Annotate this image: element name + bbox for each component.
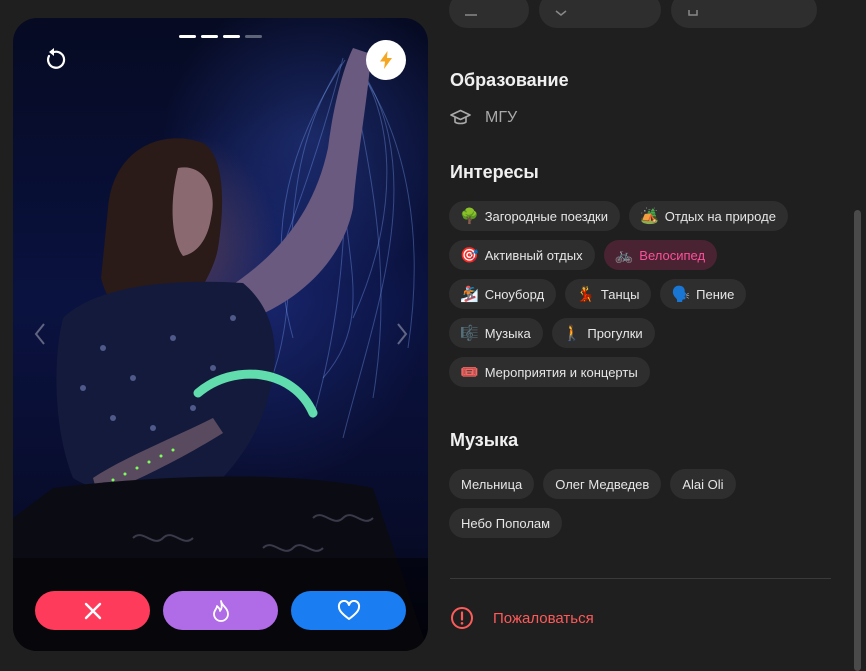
warning-circle-icon bbox=[451, 607, 473, 629]
previous-photo-arrow-icon[interactable] bbox=[33, 322, 47, 346]
music-list: Мельница Олег Медведев Alai Oli Небо Попола… bbox=[449, 469, 829, 538]
photo-progress-segment[interactable] bbox=[245, 35, 262, 38]
education-item: МГУ bbox=[450, 108, 517, 128]
interests-title: Интересы bbox=[450, 162, 539, 182]
interest-emoji-icon: 🚲 bbox=[614, 246, 634, 264]
dislike-button[interactable] bbox=[35, 591, 150, 630]
music-title: Музыка bbox=[450, 430, 519, 450]
flame-icon bbox=[212, 599, 229, 622]
profile-details-panel: Образование МГУ Интересы 🌳 Загородные пое… bbox=[449, 0, 835, 671]
education-title: Образование bbox=[450, 70, 569, 90]
interest-label: Мероприятия и концерты bbox=[484, 364, 638, 380]
interest-label: Танцы bbox=[600, 286, 640, 302]
profile-photo-card[interactable] bbox=[13, 18, 428, 651]
interest-label: Сноуборд bbox=[484, 286, 545, 302]
super-like-button[interactable] bbox=[163, 591, 278, 630]
interest-emoji-icon: 🗣️ bbox=[671, 285, 691, 303]
music-chip[interactable]: Мельница bbox=[449, 469, 535, 499]
photo-progress-segment[interactable] bbox=[201, 35, 218, 38]
interest-chip[interactable]: 🚶 Прогулки bbox=[551, 318, 655, 348]
interest-label: Отдых на природе bbox=[664, 208, 776, 224]
heart-icon bbox=[337, 599, 360, 620]
interest-label: Пение bbox=[696, 286, 735, 302]
music-chip[interactable]: Олег Медведев bbox=[543, 469, 662, 499]
interest-chip[interactable]: 🏕️ Отдых на природе bbox=[629, 201, 788, 231]
interest-label: Загородные поездки bbox=[484, 208, 609, 224]
photo-progress-segment[interactable] bbox=[179, 35, 196, 38]
interest-label: Велосипед bbox=[639, 247, 706, 263]
scrollbar-thumb[interactable] bbox=[854, 210, 861, 671]
interest-label: Музыка bbox=[484, 325, 531, 341]
info-chip bbox=[671, 0, 817, 28]
interest-chip[interactable]: 🎼 Музыка bbox=[449, 318, 543, 348]
close-icon bbox=[84, 602, 101, 619]
education-value: МГУ bbox=[485, 109, 518, 126]
like-button[interactable] bbox=[291, 591, 406, 630]
music-chip[interactable]: Небо Пополам bbox=[449, 508, 563, 538]
profile-photo bbox=[13, 48, 428, 651]
shield-icon bbox=[555, 10, 567, 16]
boost-button[interactable] bbox=[366, 40, 406, 80]
interests-list: 🌳 Загородные поездки 🏕️ Отдых на природе 🎯 Ак… bbox=[449, 201, 829, 387]
info-chip bbox=[539, 0, 661, 28]
interest-chip[interactable]: 🎟️ Мероприятия и концерты bbox=[449, 357, 650, 387]
interest-emoji-icon: 🎼 bbox=[460, 324, 479, 342]
photo-progress-indicator bbox=[179, 35, 262, 38]
info-chip bbox=[449, 0, 529, 28]
interest-label: Прогулки bbox=[587, 325, 643, 341]
graduation-cap-icon bbox=[450, 109, 471, 125]
interest-emoji-icon: 🌳 bbox=[460, 207, 479, 225]
interest-chip[interactable]: 💃 Танцы bbox=[565, 279, 652, 309]
interest-emoji-icon: 🚶 bbox=[562, 324, 582, 342]
divider bbox=[450, 578, 831, 579]
music-chip[interactable]: Alai Oli bbox=[670, 469, 736, 499]
swipe-actions bbox=[35, 591, 406, 630]
interest-emoji-icon: 🏂 bbox=[460, 285, 479, 303]
interest-emoji-icon: 🎟️ bbox=[460, 363, 479, 381]
rewind-button[interactable] bbox=[41, 47, 67, 73]
ruler-icon bbox=[465, 14, 477, 16]
interest-chip[interactable]: 🏂 Сноуборд bbox=[449, 279, 557, 309]
interest-chip[interactable]: 🌳 Загородные поездки bbox=[449, 201, 621, 231]
lightning-icon bbox=[380, 51, 392, 69]
interest-chip[interactable]: 🎯 Активный отдых bbox=[449, 240, 595, 270]
rewind-icon bbox=[47, 48, 66, 69]
briefcase-icon bbox=[688, 10, 698, 16]
interest-emoji-icon: 💃 bbox=[576, 285, 595, 303]
interest-chip[interactable]: 🚲 Велосипед bbox=[603, 240, 718, 270]
next-photo-arrow-icon[interactable] bbox=[395, 322, 409, 346]
interest-emoji-icon: 🏕️ bbox=[640, 207, 659, 225]
interest-emoji-icon: 🎯 bbox=[460, 246, 479, 264]
report-label: Пожаловаться bbox=[493, 609, 594, 627]
photo-progress-segment[interactable] bbox=[223, 35, 240, 38]
report-button[interactable]: Пожаловаться bbox=[450, 606, 594, 630]
partially-visible-chips bbox=[449, 0, 817, 28]
interest-chip[interactable]: 🗣️ Пение bbox=[660, 279, 747, 309]
interest-label: Активный отдых bbox=[484, 247, 583, 263]
